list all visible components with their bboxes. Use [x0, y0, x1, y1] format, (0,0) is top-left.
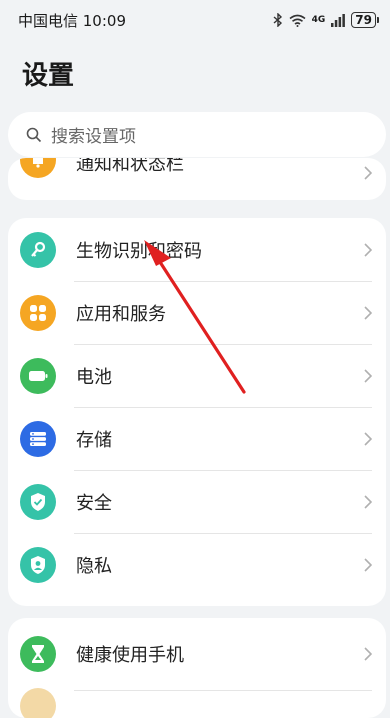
carrier-time: 中国电信 10:09	[18, 11, 126, 30]
settings-item-security[interactable]: 安全	[8, 470, 386, 533]
chevron-right-icon	[364, 557, 372, 572]
settings-item-notifications[interactable]: 通知和状态栏	[8, 158, 386, 200]
settings-item-label: 隐私	[76, 555, 112, 577]
settings-item-apps[interactable]: 应用和服务	[8, 281, 386, 344]
bell-icon	[20, 158, 56, 178]
search-placeholder: 搜索设置项	[51, 127, 136, 147]
chevron-right-icon	[364, 242, 372, 257]
card-health: 健康使用手机	[8, 618, 386, 718]
settings-item-label: 电池	[76, 366, 112, 388]
chevron-right-icon	[364, 305, 372, 320]
privacy-icon	[20, 546, 56, 583]
settings-item-privacy[interactable]: 隐私	[8, 533, 386, 596]
hourglass-icon	[20, 636, 56, 672]
chevron-right-icon	[364, 368, 372, 383]
bluetooth-icon	[273, 13, 282, 27]
settings-item-label: 存储	[76, 429, 112, 451]
chevron-right-icon	[364, 166, 372, 180]
settings-item-label: 安全	[76, 492, 112, 514]
chevron-right-icon	[364, 647, 372, 661]
status-icons: 4G 79	[273, 12, 379, 28]
key-icon	[20, 231, 56, 268]
page-title: 设置	[22, 61, 75, 91]
partial-item-icon	[20, 688, 56, 718]
settings-item-digital-balance[interactable]: 健康使用手机	[8, 618, 386, 690]
status-bar: 中国电信 10:09 4G 79	[0, 0, 390, 40]
shield-icon	[20, 483, 56, 520]
signal-icon	[331, 13, 346, 27]
card-notifications: 通知和状态栏	[8, 158, 386, 200]
storage-icon	[20, 420, 56, 457]
card-main-settings: 生物识别和密码 应用和服务 电池 存储 安全 隐私	[8, 218, 386, 606]
battery-icon	[20, 357, 56, 394]
apps-icon	[20, 294, 56, 331]
chevron-right-icon	[364, 494, 372, 509]
settings-item-label: 通知和状态栏	[76, 158, 184, 175]
settings-item-storage[interactable]: 存储	[8, 407, 386, 470]
settings-item-partial	[8, 688, 386, 718]
settings-item-label: 生物识别和密码	[76, 240, 202, 262]
wifi-icon	[289, 14, 306, 27]
settings-item-label: 健康使用手机	[76, 645, 184, 666]
settings-item-battery[interactable]: 电池	[8, 344, 386, 407]
settings-item-biometrics[interactable]: 生物识别和密码	[8, 218, 386, 281]
battery-indicator: 79	[351, 12, 379, 28]
search-icon	[26, 127, 42, 142]
network-type: 4G	[311, 15, 326, 25]
settings-item-label: 应用和服务	[76, 303, 166, 325]
search-input[interactable]: 搜索设置项	[8, 112, 386, 157]
chevron-right-icon	[364, 431, 372, 446]
